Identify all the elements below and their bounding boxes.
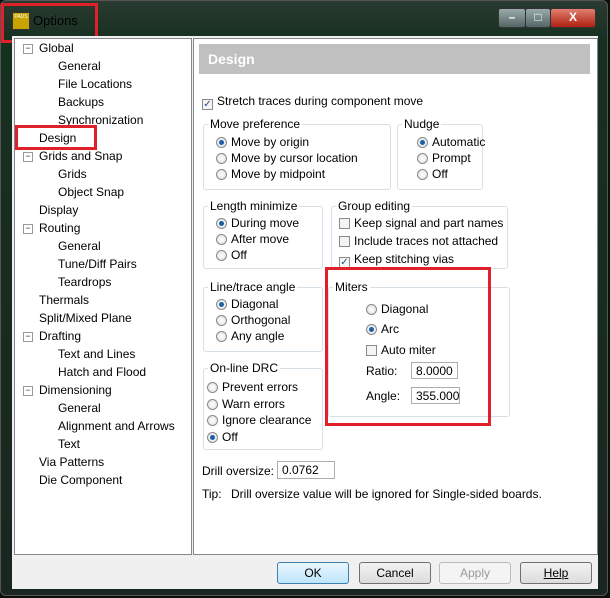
design-highlight-box <box>15 125 97 150</box>
tree-item[interactable]: General <box>58 239 101 253</box>
drill-oversize-label: Drill oversize: <box>202 464 275 478</box>
ok-button[interactable]: OK <box>277 562 349 584</box>
collapse-icon[interactable]: − <box>23 224 33 234</box>
nudge-option[interactable]: Prompt <box>417 151 471 165</box>
radio-icon <box>207 398 218 410</box>
nudge-option[interactable]: Automatic <box>417 135 485 149</box>
angle-option[interactable]: Orthogonal <box>216 313 290 327</box>
panel-header: Design <box>199 44 590 74</box>
length-option[interactable]: Off <box>216 248 247 262</box>
maximize-button[interactable]: □ <box>525 8 551 28</box>
tree-item[interactable]: Thermals <box>39 293 89 307</box>
close-button[interactable]: X <box>550 8 596 28</box>
angle-option[interactable]: Diagonal <box>216 297 278 311</box>
tree-item[interactable]: Text and Lines <box>58 347 135 361</box>
tree-item[interactable]: Split/Mixed Plane <box>39 311 132 325</box>
radio-icon <box>216 315 227 326</box>
length-option[interactable]: After move <box>216 232 289 246</box>
radio-icon <box>417 169 428 180</box>
move_pref-option[interactable]: Move by origin <box>216 135 309 149</box>
move_pref-option[interactable]: Move by cursor location <box>216 151 358 165</box>
checkbox-icon <box>339 236 350 247</box>
group-option[interactable]: Include traces not attached <box>339 234 498 248</box>
radio-icon <box>216 234 227 245</box>
radio-icon <box>216 250 227 261</box>
group-option[interactable]: ✓ Keep stitching vias <box>339 252 454 268</box>
help-button[interactable]: Help <box>520 562 592 584</box>
radio-icon <box>216 153 227 164</box>
length-option[interactable]: During move <box>216 216 299 230</box>
radio-icon <box>207 382 218 393</box>
tree-item[interactable]: File Locations <box>58 77 132 91</box>
apply-button[interactable]: Apply <box>439 562 511 584</box>
tree-item[interactable]: Tune/Diff Pairs <box>58 257 137 271</box>
tree-item[interactable]: General <box>58 59 101 73</box>
minimize-button[interactable]: – <box>498 8 526 28</box>
drill-oversize-input[interactable]: 0.0762 <box>277 461 335 479</box>
radio-icon <box>216 331 227 342</box>
tree-item[interactable]: Backups <box>58 95 104 109</box>
stretch-traces-checkbox[interactable]: ✓ Stretch traces during component move <box>202 94 423 110</box>
tree-item[interactable]: Display <box>39 203 78 217</box>
move_pref-option[interactable]: Move by midpoint <box>216 167 325 181</box>
tree-item[interactable]: Die Component <box>39 473 122 487</box>
tree-item[interactable]: Text <box>58 437 80 451</box>
tree-item[interactable]: Alignment and Arrows <box>58 419 175 433</box>
collapse-icon[interactable]: − <box>23 386 33 396</box>
radio-icon <box>417 153 428 164</box>
tree-item[interactable]: Teardrops <box>58 275 111 289</box>
check-icon: ✓ <box>202 99 213 110</box>
tree-item[interactable]: Via Patterns <box>39 455 104 469</box>
options-tree[interactable]: − Global General File Locations Backups Synch… <box>14 38 192 555</box>
tree-item[interactable]: Hatch and Flood <box>58 365 146 379</box>
drc-option[interactable]: Prevent errors <box>207 380 298 394</box>
miters-highlight-box <box>325 267 491 426</box>
drc-option[interactable]: Ignore clearance <box>207 413 311 427</box>
radio-icon <box>216 218 227 229</box>
radio-icon <box>417 137 428 148</box>
checkbox-icon <box>339 218 350 229</box>
tree-item[interactable]: Drafting <box>39 329 81 343</box>
tree-item[interactable]: Routing <box>39 221 80 235</box>
group-option[interactable]: Keep signal and part names <box>339 216 503 230</box>
cancel-button[interactable]: Cancel <box>359 562 431 584</box>
radio-icon <box>216 299 227 310</box>
radio-icon <box>216 137 227 148</box>
tree-item[interactable]: Object Snap <box>58 185 124 199</box>
tip-text: Drill oversize value will be ignored for… <box>231 487 542 501</box>
tree-item[interactable]: Grids and Snap <box>39 149 122 163</box>
nudge-option[interactable]: Off <box>417 167 448 181</box>
tree-item[interactable]: General <box>58 401 101 415</box>
radio-icon <box>207 431 218 443</box>
radio-icon <box>216 169 227 180</box>
angle-option[interactable]: Any angle <box>216 329 284 343</box>
collapse-icon[interactable]: − <box>23 44 33 54</box>
drc-option[interactable]: Warn errors <box>207 397 285 411</box>
tree-item[interactable]: Grids <box>58 167 87 181</box>
drc-option[interactable]: Off <box>207 430 238 444</box>
collapse-icon[interactable]: − <box>23 332 33 342</box>
collapse-icon[interactable]: − <box>23 152 33 162</box>
tip-label: Tip: <box>202 487 222 501</box>
tree-item[interactable]: Global <box>39 41 74 55</box>
radio-icon <box>207 415 218 426</box>
tree-item[interactable]: Dimensioning <box>39 383 112 397</box>
